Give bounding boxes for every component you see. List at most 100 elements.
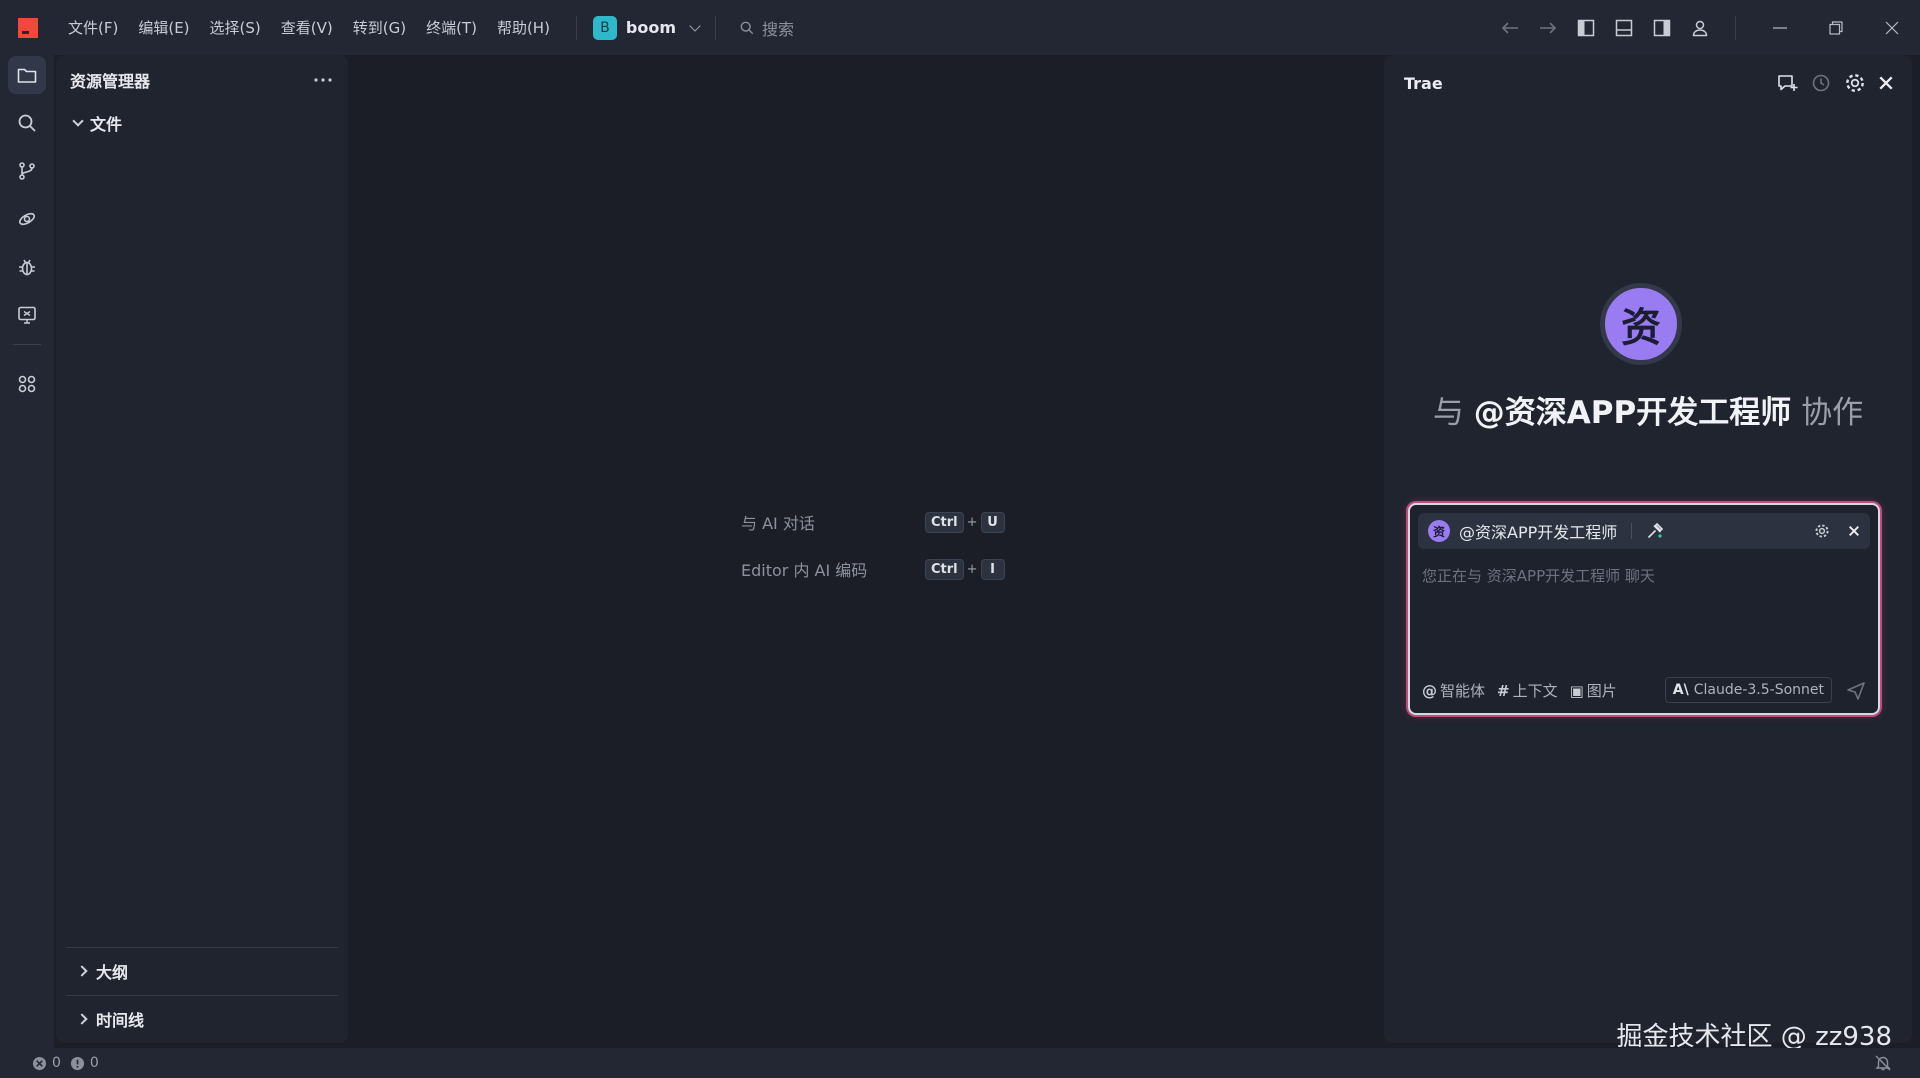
title-bar-controls bbox=[1491, 0, 1920, 55]
close-icon[interactable] bbox=[1848, 525, 1860, 537]
close-icon[interactable] bbox=[1878, 75, 1894, 91]
search-icon bbox=[18, 114, 36, 132]
chevron-down-icon bbox=[72, 115, 84, 127]
search-placeholder: 搜索 bbox=[762, 19, 795, 39]
folder-files[interactable]: 文件 bbox=[56, 105, 348, 141]
menu-go[interactable]: 转到(G) bbox=[343, 17, 416, 38]
orbit-icon bbox=[18, 212, 36, 226]
restore-button[interactable] bbox=[1808, 0, 1864, 55]
shortcut-chat: 与 AI 对话 Ctrl + U bbox=[741, 510, 1005, 534]
project-badge: B bbox=[592, 15, 617, 40]
send-icon[interactable] bbox=[1846, 681, 1866, 701]
activity-extensions[interactable] bbox=[8, 365, 46, 403]
collab-heading: 与 @资深APP开发工程师 协作 bbox=[1384, 387, 1912, 432]
collab-prefix: 与 bbox=[1432, 395, 1464, 431]
explorer-panel: 资源管理器 文件 大纲 时间线 bbox=[56, 55, 348, 1043]
model-selector[interactable]: A\ Claude-3.5-Sonnet bbox=[1664, 677, 1832, 703]
bug-icon bbox=[19, 259, 35, 276]
monitor-icon bbox=[18, 306, 36, 324]
anthropic-logo-icon: A\ bbox=[1672, 682, 1689, 698]
status-bar: 0 0 bbox=[0, 1048, 1920, 1078]
model-name: Claude-3.5-Sonnet bbox=[1693, 682, 1824, 698]
shortcut-label: 与 AI 对话 bbox=[741, 514, 815, 533]
error-icon bbox=[32, 1056, 47, 1070]
activity-debug[interactable] bbox=[8, 248, 46, 286]
error-count[interactable]: 0 bbox=[52, 1055, 61, 1071]
restore-icon bbox=[1829, 20, 1843, 35]
activity-explorer[interactable] bbox=[8, 56, 46, 94]
trae-panel: Trae 资 与 @资深APP开发工程师 协作 资 @资深APP开发工程师 您正… bbox=[1384, 55, 1912, 1043]
chevron-right-icon bbox=[76, 965, 88, 977]
toggle-primary-sidebar-button[interactable] bbox=[1567, 9, 1605, 47]
minimize-button[interactable] bbox=[1752, 0, 1808, 55]
back-button[interactable] bbox=[1491, 9, 1529, 47]
close-window-button[interactable] bbox=[1864, 0, 1920, 55]
settings-icon[interactable] bbox=[1814, 523, 1830, 539]
arrow-left-icon bbox=[1501, 21, 1518, 34]
menu-file[interactable]: 文件(F) bbox=[58, 17, 128, 38]
tools-icon[interactable] bbox=[1646, 522, 1664, 540]
agent-bar: 资 @资深APP开发工程师 bbox=[1418, 513, 1870, 549]
search-box[interactable]: 搜索 bbox=[740, 16, 794, 40]
shortcut-inline-ai: Editor 内 AI 编码 Ctrl + I bbox=[741, 557, 1005, 581]
hash-icon: # bbox=[1497, 681, 1510, 700]
divider bbox=[575, 15, 577, 40]
activity-source-control[interactable] bbox=[8, 152, 46, 190]
add-image-button[interactable]: ▣ 图片 bbox=[1570, 680, 1617, 701]
search-icon bbox=[740, 21, 754, 34]
shortcut-label: Editor 内 AI 编码 bbox=[741, 561, 868, 580]
key-plus: + bbox=[966, 514, 978, 530]
agent-bar-actions bbox=[1814, 523, 1860, 539]
section-outline[interactable]: 大纲 bbox=[66, 947, 338, 994]
key-u: U bbox=[980, 511, 1005, 533]
tool-label: 智能体 bbox=[1440, 682, 1486, 700]
minimize-icon bbox=[1773, 26, 1787, 29]
chat-tools: @ 智能体 # 上下文 ▣ 图片 bbox=[1422, 680, 1617, 701]
mention-agent-button[interactable]: @ 智能体 bbox=[1422, 680, 1485, 701]
agent-name: @资深APP开发工程师 bbox=[1459, 523, 1618, 542]
layout-left-icon bbox=[1577, 19, 1595, 36]
menu-selection[interactable]: 选择(S) bbox=[200, 17, 271, 38]
chat-placeholder[interactable]: 您正在与 资深APP开发工程师 聊天 bbox=[1422, 565, 1655, 586]
chat-input-box[interactable]: 资 @资深APP开发工程师 您正在与 资深APP开发工程师 聊天 @ 智能体 #… bbox=[1408, 503, 1880, 715]
close-icon bbox=[1885, 21, 1899, 34]
notifications-off-icon[interactable] bbox=[1874, 1054, 1892, 1072]
more-icon[interactable] bbox=[314, 78, 332, 82]
menu-edit[interactable]: 编辑(E) bbox=[128, 17, 199, 38]
layout-right-icon bbox=[1653, 19, 1671, 36]
activity-search[interactable] bbox=[8, 104, 46, 142]
add-context-button[interactable]: # 上下文 bbox=[1497, 680, 1558, 701]
history-icon[interactable] bbox=[1810, 73, 1832, 93]
trae-header-actions bbox=[1776, 72, 1894, 94]
activity-preview[interactable] bbox=[8, 296, 46, 334]
image-icon: ▣ bbox=[1569, 681, 1584, 700]
section-timeline[interactable]: 时间线 bbox=[66, 995, 338, 1042]
warning-icon bbox=[70, 1056, 84, 1070]
layout-bottom-icon bbox=[1615, 19, 1633, 36]
menu-terminal[interactable]: 终端(T) bbox=[416, 17, 487, 38]
account-button[interactable] bbox=[1681, 9, 1719, 47]
toggle-panel-button[interactable] bbox=[1605, 9, 1643, 47]
menu-bar: 文件(F) 编辑(E) 选择(S) 查看(V) 转到(G) 终端(T) 帮助(H… bbox=[58, 17, 560, 38]
chevron-right-icon bbox=[76, 1013, 88, 1025]
project-name: boom bbox=[625, 18, 677, 37]
settings-icon[interactable] bbox=[1844, 72, 1866, 94]
section-label: 时间线 bbox=[96, 1011, 145, 1030]
key-i: I bbox=[980, 558, 1005, 580]
menu-help[interactable]: 帮助(H) bbox=[487, 17, 560, 38]
activity-remote[interactable] bbox=[8, 200, 46, 238]
chevron-down-icon bbox=[689, 19, 701, 32]
agent-avatar-small: 资 bbox=[1428, 520, 1450, 542]
at-icon: @ bbox=[1422, 681, 1437, 700]
project-switcher[interactable]: B boom bbox=[592, 15, 701, 40]
tool-label: 上下文 bbox=[1512, 682, 1558, 700]
explorer-header: 资源管理器 bbox=[56, 55, 348, 105]
forward-button[interactable] bbox=[1529, 9, 1567, 47]
tool-label: 图片 bbox=[1586, 682, 1617, 700]
toggle-secondary-sidebar-button[interactable] bbox=[1643, 9, 1681, 47]
app-logo bbox=[18, 17, 38, 38]
menu-view[interactable]: 查看(V) bbox=[271, 17, 343, 38]
new-chat-icon[interactable] bbox=[1776, 73, 1798, 93]
warning-count[interactable]: 0 bbox=[90, 1055, 99, 1071]
key-plus: + bbox=[966, 561, 978, 577]
